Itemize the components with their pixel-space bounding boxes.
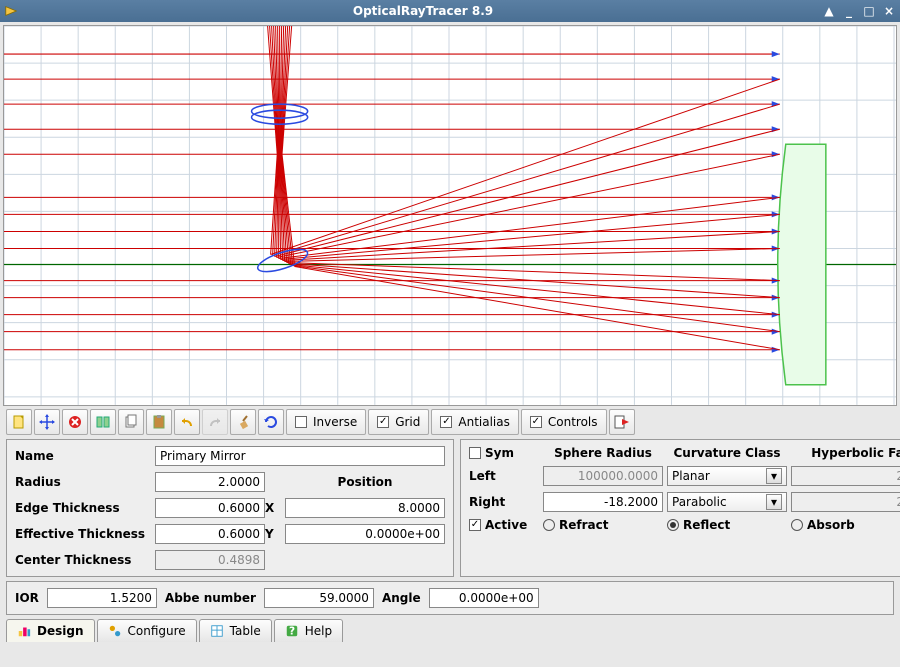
new-button[interactable] (6, 409, 32, 435)
effective-thickness-input[interactable] (155, 524, 265, 544)
x-input[interactable] (285, 498, 445, 518)
sphere-radius-header: Sphere Radius (543, 446, 663, 460)
x-label: X (265, 501, 285, 515)
checkbox-icon: ✓ (469, 519, 481, 531)
fit-view-button[interactable] (34, 409, 60, 435)
refract-radio[interactable]: Refract (543, 518, 663, 532)
window-close-button[interactable]: × (882, 4, 896, 18)
duplicate-button[interactable] (90, 409, 116, 435)
chevron-down-icon: ▾ (766, 494, 782, 510)
edge-thickness-label: Edge Thickness (15, 501, 155, 515)
curvature-class-header: Curvature Class (667, 446, 787, 460)
controls-toggle[interactable]: ✓ Controls (521, 409, 607, 435)
svg-text:?: ? (289, 625, 295, 637)
window-roll-up-button[interactable]: ▲ (822, 4, 836, 18)
copy-button[interactable] (118, 409, 144, 435)
left-curvature-class-select[interactable]: Planar▾ (667, 466, 787, 486)
left-surface-label: Left (469, 469, 539, 483)
window-minimize-button[interactable]: _ (842, 4, 856, 18)
right-curvature-class-select[interactable]: Parabolic▾ (667, 492, 787, 512)
name-input[interactable] (155, 446, 445, 466)
center-thickness-label: Center Thickness (15, 553, 155, 567)
reflect-radio[interactable]: Reflect (667, 518, 787, 532)
paste-button[interactable] (146, 409, 172, 435)
material-panel: IOR Abbe number Angle (6, 581, 894, 615)
effective-thickness-label: Effective Thickness (15, 527, 155, 541)
toolbar: Inverse ✓ Grid ✓ Antialias ✓ Controls (6, 409, 894, 435)
hyperbolic-factor-header: Hyperbolic Factor (791, 446, 900, 460)
left-sphere-radius-input (543, 466, 663, 486)
abbe-input[interactable] (264, 588, 374, 608)
center-thickness-output (155, 550, 265, 570)
ior-input[interactable] (47, 588, 157, 608)
name-label: Name (15, 449, 155, 463)
clear-button[interactable] (230, 409, 256, 435)
y-label: Y (265, 527, 285, 541)
abbe-label: Abbe number (165, 591, 256, 605)
undo-button[interactable] (174, 409, 200, 435)
antialias-toggle[interactable]: ✓ Antialias (431, 409, 518, 435)
radio-icon (543, 519, 555, 531)
right-surface-label: Right (469, 495, 539, 509)
tab-bar: Design Configure Table ?Help (6, 619, 894, 642)
inverse-toggle[interactable]: Inverse (286, 409, 366, 435)
tab-configure[interactable]: Configure (97, 619, 197, 642)
surface-properties-panel: Sym Sphere Radius Curvature Class Hyperb… (460, 439, 900, 577)
controls-label: Controls (548, 415, 598, 429)
ior-label: IOR (15, 591, 39, 605)
lens-properties-panel: Name Radius Position Edge Thickness X Ef… (6, 439, 454, 577)
delete-button[interactable] (62, 409, 88, 435)
grid-toggle[interactable]: ✓ Grid (368, 409, 429, 435)
redo-button[interactable] (202, 409, 228, 435)
window-title: OpticalRayTracer 8.9 (24, 4, 822, 18)
refresh-button[interactable] (258, 409, 284, 435)
radius-label: Radius (15, 475, 155, 489)
absorb-radio[interactable]: Absorb (791, 518, 900, 532)
angle-input[interactable] (429, 588, 539, 608)
chevron-down-icon: ▾ (766, 468, 782, 484)
title-bar: OpticalRayTracer 8.9 ▲ _ □ × (0, 0, 900, 22)
checkbox-icon: ✓ (440, 416, 452, 428)
radio-icon (667, 519, 679, 531)
radio-icon (791, 519, 803, 531)
app-icon (4, 4, 18, 18)
edge-thickness-input[interactable] (155, 498, 265, 518)
checkbox-icon (295, 416, 307, 428)
ray-trace-canvas[interactable] (3, 25, 897, 406)
inverse-label: Inverse (313, 415, 357, 429)
angle-label: Angle (382, 591, 421, 605)
checkbox-icon: ✓ (530, 416, 542, 428)
right-hyperbolic-factor-input (791, 492, 900, 512)
active-checkbox[interactable]: ✓Active (469, 518, 539, 532)
right-sphere-radius-input[interactable] (543, 492, 663, 512)
window-maximize-button[interactable]: □ (862, 4, 876, 18)
position-label: Position (285, 475, 445, 489)
checkbox-icon: ✓ (377, 416, 389, 428)
exit-button[interactable] (609, 409, 635, 435)
antialias-label: Antialias (458, 415, 509, 429)
y-input[interactable] (285, 524, 445, 544)
tab-table[interactable]: Table (199, 619, 272, 642)
grid-label: Grid (395, 415, 420, 429)
radius-input[interactable] (155, 472, 265, 492)
left-hyperbolic-factor-input (791, 466, 900, 486)
sym-label: Sym (485, 446, 514, 460)
tab-design[interactable]: Design (6, 619, 95, 642)
tab-help[interactable]: ?Help (274, 619, 343, 642)
checkbox-icon (469, 447, 481, 459)
